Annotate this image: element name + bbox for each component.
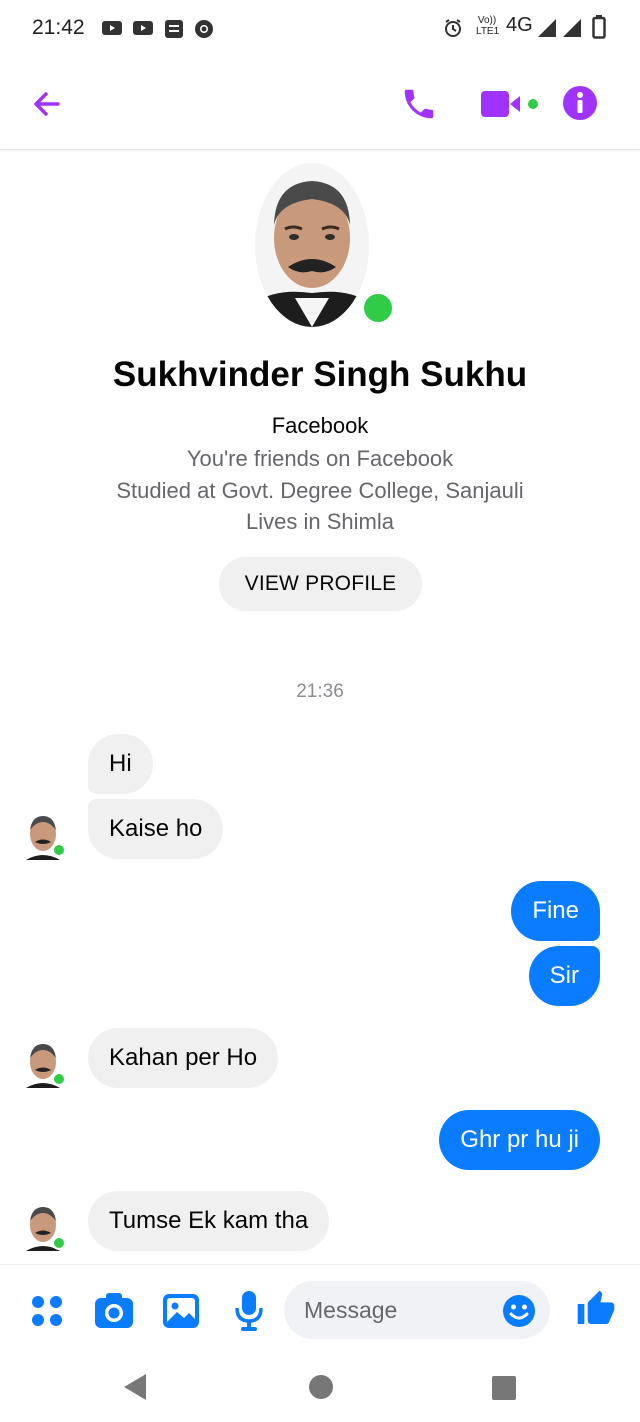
message-incoming[interactable]: Kahan per Ho [88, 1028, 279, 1088]
network-label: 4G [506, 14, 533, 36]
camera-icon[interactable] [94, 1292, 134, 1330]
signal-icon [538, 19, 556, 37]
status-time: 21:42 [32, 16, 85, 39]
info-icon[interactable] [562, 85, 598, 121]
alarm-icon [445, 19, 461, 37]
message-timestamp: 21:36 [296, 681, 344, 702]
youtube-icon [133, 21, 153, 35]
thumbs-up-icon[interactable] [576, 1289, 616, 1329]
contact-name: Sukhvinder Singh Sukhu [112, 355, 528, 394]
chat-header [0, 58, 640, 150]
message-outgoing[interactable]: Sir [528, 946, 600, 1006]
nav-recents-icon[interactable] [491, 1375, 517, 1401]
friends-status: You're friends on Facebook [186, 446, 454, 471]
nav-home-icon[interactable] [308, 1374, 334, 1400]
message-incoming[interactable]: Hi [88, 734, 153, 794]
battery-icon [592, 15, 606, 39]
view-profile-button[interactable]: VIEW PROFILE [219, 557, 422, 611]
back-arrow-icon[interactable] [28, 86, 64, 122]
message-outgoing[interactable]: Ghr pr hu ji [439, 1110, 600, 1170]
volte-label: Vo)) LTE1 [476, 15, 500, 37]
message-outgoing[interactable]: Fine [511, 881, 600, 941]
emoji-icon[interactable] [502, 1294, 536, 1328]
system-nav-bar [0, 1358, 640, 1422]
youtube-icon [102, 21, 122, 35]
microphone-icon[interactable] [234, 1290, 264, 1332]
profile-source: Facebook [271, 413, 369, 438]
gallery-icon[interactable] [162, 1293, 200, 1329]
online-status-dot [52, 1236, 66, 1250]
profile-avatar[interactable] [255, 163, 369, 327]
status-bar: 21:42 Vo)) LTE1 4G [0, 0, 640, 58]
education-info: Studied at Govt. Degree College, Sanjaul… [116, 478, 524, 503]
video-camera-icon[interactable] [480, 89, 542, 119]
sim-icon [165, 20, 183, 38]
online-status-dot [52, 1072, 66, 1086]
chrome-icon [195, 20, 213, 38]
message-incoming[interactable]: Kaise ho [88, 799, 224, 859]
phone-icon[interactable] [400, 85, 438, 123]
online-status-dot [52, 843, 66, 857]
signal-icon [563, 19, 581, 37]
online-status-dot [361, 291, 395, 325]
message-composer [0, 1264, 640, 1358]
nav-back-icon[interactable] [120, 1372, 148, 1402]
location-info: Lives in Shimla [246, 509, 394, 534]
apps-grid-icon[interactable] [30, 1294, 64, 1328]
message-incoming[interactable]: Tumse Ek kam tha [88, 1191, 330, 1251]
